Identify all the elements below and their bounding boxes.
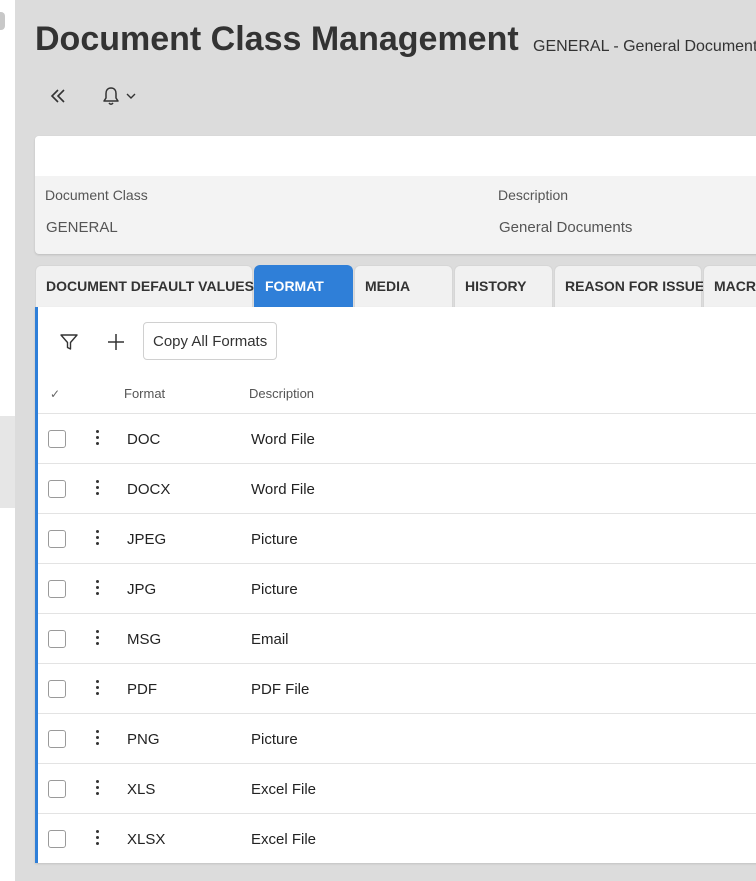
row-format: DOCX	[127, 481, 171, 498]
table-row: PDF PDF File	[38, 663, 756, 713]
left-nav-strip	[0, 0, 15, 881]
row-menu-icon[interactable]	[94, 529, 100, 549]
row-description: Excel File	[251, 831, 317, 848]
nav-corner	[0, 12, 5, 30]
plus-icon	[108, 334, 124, 350]
format-panel: Copy All Formats ✓ Format Description DO…	[35, 307, 756, 863]
row-menu-icon[interactable]	[94, 829, 100, 849]
tab-format[interactable]: FORMAT	[254, 265, 353, 307]
row-checkbox[interactable]	[48, 630, 66, 648]
row-format: JPG	[127, 581, 157, 598]
row-format: JPEG	[127, 531, 167, 548]
row-checkbox[interactable]	[48, 730, 66, 748]
row-menu-icon[interactable]	[94, 629, 100, 649]
row-format: PNG	[127, 731, 160, 748]
table-row: DOC Word File	[38, 413, 756, 463]
row-checkbox[interactable]	[48, 580, 66, 598]
row-format: DOC	[127, 431, 161, 448]
row-format: XLSX	[127, 831, 166, 848]
notifications-button[interactable]	[94, 82, 144, 110]
row-menu-icon[interactable]	[94, 429, 100, 449]
tab-reason-for-issue[interactable]: REASON FOR ISSUE	[554, 265, 704, 307]
row-format: XLS	[127, 781, 156, 798]
page-title: Document Class Management	[35, 20, 519, 58]
description-value: General Documents	[499, 219, 633, 236]
nav-active-marker	[0, 416, 15, 508]
row-menu-icon[interactable]	[94, 779, 100, 799]
select-all-check[interactable]: ✓	[50, 387, 60, 401]
tab-bar: DOCUMENT DEFAULT VALUES FORMAT MEDIA HIS…	[35, 265, 756, 307]
row-description: Picture	[251, 531, 298, 548]
row-menu-icon[interactable]	[94, 479, 100, 499]
header-card-top	[35, 136, 756, 176]
row-description: Picture	[251, 731, 298, 748]
tab-document-default-values[interactable]: DOCUMENT DEFAULT VALUES	[35, 265, 254, 307]
row-description: Email	[251, 631, 289, 648]
header-card: Document Class GENERAL Description Gener…	[35, 136, 756, 254]
table-row: MSG Email	[38, 613, 756, 663]
filter-icon	[60, 334, 78, 350]
row-menu-icon[interactable]	[94, 579, 100, 599]
row-checkbox[interactable]	[48, 530, 66, 548]
row-description: Word File	[251, 481, 315, 498]
tab-history[interactable]: HISTORY	[454, 265, 553, 307]
tab-media[interactable]: MEDIA	[354, 265, 453, 307]
double-chevron-left-icon	[50, 89, 65, 103]
row-menu-icon[interactable]	[94, 729, 100, 749]
row-checkbox[interactable]	[48, 830, 66, 848]
table-row: JPEG Picture	[38, 513, 756, 563]
column-header-description[interactable]: Description	[249, 386, 314, 401]
row-description: Word File	[251, 431, 315, 448]
document-class-value: GENERAL	[46, 219, 118, 236]
row-checkbox[interactable]	[48, 680, 66, 698]
table-row: JPG Picture	[38, 563, 756, 613]
row-format: MSG	[127, 631, 162, 648]
row-checkbox[interactable]	[48, 430, 66, 448]
format-table-body: DOC Word File DOCX Word File JPEG Pictur…	[38, 413, 756, 863]
collapse-button[interactable]	[44, 82, 72, 110]
row-description: Excel File	[251, 781, 317, 798]
document-class-label: Document Class	[45, 187, 148, 203]
row-description: Picture	[251, 581, 298, 598]
row-description: PDF File	[251, 681, 310, 698]
row-format: PDF	[127, 681, 157, 698]
table-row: DOCX Word File	[38, 463, 756, 513]
page-subtitle: GENERAL - General Documents	[533, 38, 756, 55]
add-format-button[interactable]	[103, 329, 129, 355]
table-row: PNG Picture	[38, 713, 756, 763]
row-checkbox[interactable]	[48, 780, 66, 798]
bell-icon	[103, 87, 119, 105]
row-checkbox[interactable]	[48, 480, 66, 498]
table-row: XLSX Excel File	[38, 813, 756, 863]
column-header-format[interactable]: Format	[124, 386, 165, 401]
copy-all-formats-button[interactable]: Copy All Formats	[143, 322, 278, 360]
filter-button[interactable]	[56, 329, 82, 355]
tab-macro[interactable]: MACRO	[703, 265, 756, 307]
description-label: Description	[498, 187, 569, 203]
table-row: XLS Excel File	[38, 763, 756, 813]
row-menu-icon[interactable]	[94, 679, 100, 699]
chevron-down-icon	[126, 93, 136, 99]
